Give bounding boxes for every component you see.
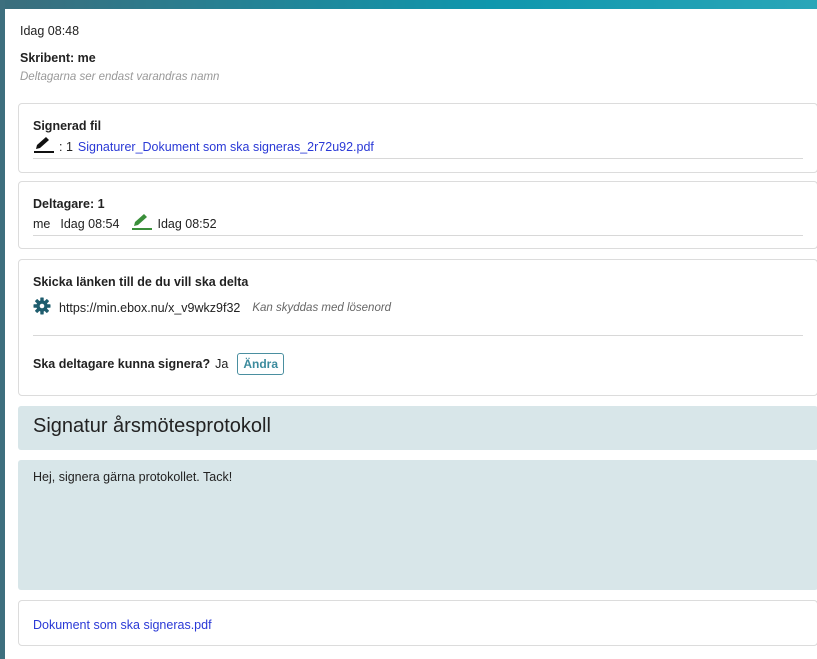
participant-viewed-time: Idag 08:54	[60, 216, 120, 231]
signed-file-count: : 1	[59, 139, 73, 154]
password-note: Kan skyddas med lösenord	[252, 301, 392, 314]
attachment-card: Dokument som ska signeras.pdf	[18, 600, 817, 646]
pen-icon	[131, 213, 153, 234]
participant-name: me	[33, 216, 51, 231]
participant-signed-time: Idag 08:52	[157, 216, 217, 231]
signed-file-title: Signerad fil	[33, 119, 102, 133]
pen-icon	[33, 136, 55, 157]
divider	[33, 335, 803, 336]
subject-title: Signatur årsmötesprotokoll	[33, 415, 271, 437]
attachment-link[interactable]: Dokument som ska signeras.pdf	[33, 618, 212, 632]
signed-file-link[interactable]: Signaturer_Dokument som ska signeras_2r7…	[78, 140, 374, 154]
top-accent-bar	[0, 0, 817, 9]
gear-icon[interactable]	[33, 297, 51, 318]
participants-title: Deltagare: 1	[33, 197, 105, 211]
divider	[33, 158, 803, 159]
sign-answer: Ja	[215, 357, 229, 371]
participant-row: me Idag 08:54 Idag 08:52	[33, 213, 803, 234]
sign-question: Ska deltagare kunna signera?	[33, 357, 211, 371]
share-url[interactable]: https://min.ebox.nu/x_v9wkz9f32	[59, 301, 240, 315]
author-label: Skribent: me	[20, 51, 96, 65]
subject-panel: Signatur årsmötesprotokoll	[18, 406, 817, 450]
change-button[interactable]: Ändra	[237, 353, 285, 375]
participants-card: Deltagare: 1 me Idag 08:54 Idag 08:52	[18, 181, 817, 249]
share-title: Skicka länken till de du vill ska delta	[33, 275, 249, 289]
message-timestamp: Idag 08:48	[20, 24, 80, 38]
message-body: Hej, signera gärna protokollet. Tack!	[33, 470, 233, 484]
left-accent-bar	[0, 0, 5, 659]
signed-file-card: Signerad fil : 1 Signaturer_Dokument som…	[18, 103, 817, 173]
message-body-panel: Hej, signera gärna protokollet. Tack!	[18, 460, 817, 590]
visibility-note: Deltagarna ser endast varandras namn	[20, 71, 220, 83]
share-card: Skicka länken till de du vill ska delta	[18, 259, 817, 396]
divider	[33, 235, 803, 236]
